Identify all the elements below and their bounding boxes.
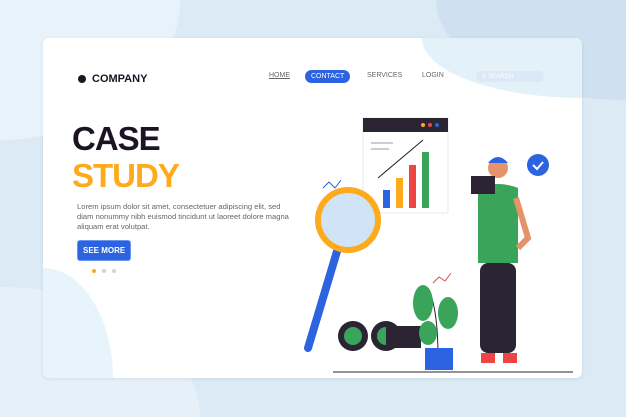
sparkline-icon [432,272,452,284]
chart-board-icon [362,117,449,214]
nav-services[interactable]: SERVICES [367,72,402,79]
search-input[interactable]: ⚲ SEARCH [476,71,544,82]
nav-login[interactable]: LOGIN [422,72,444,79]
see-more-button[interactable]: SEE MORE [77,240,132,261]
logo-dot-icon [78,75,86,83]
company-logo[interactable]: COMPANY [78,73,147,85]
logo-text: COMPANY [92,73,148,85]
binoculars-icon [338,321,421,351]
hero-title-line1: CASE [72,120,161,157]
sparkline-icon [322,179,342,189]
carousel-dot[interactable] [92,269,96,273]
hero-description: Lorem ipsum dolor sit amet, consectetuer… [77,202,289,231]
bg-shape [43,268,113,378]
nav-home[interactable]: HOME [269,72,290,79]
carousel-dot[interactable] [112,269,116,273]
search-placeholder: SEARCH [488,74,514,80]
hero-title-line2: STUDY [72,157,180,194]
person-illustration [471,154,549,363]
nav-contact[interactable]: CONTACT [305,70,351,83]
laptop-icon [471,176,495,194]
landing-card: COMPANY HOME CONTACT SERVICES LOGIN ⚲ SE… [43,38,582,378]
carousel-dots [92,269,116,273]
bg-shape [422,38,582,98]
case-study-illustration [304,117,573,373]
check-badge-icon [527,154,549,176]
carousel-dot[interactable] [102,269,106,273]
